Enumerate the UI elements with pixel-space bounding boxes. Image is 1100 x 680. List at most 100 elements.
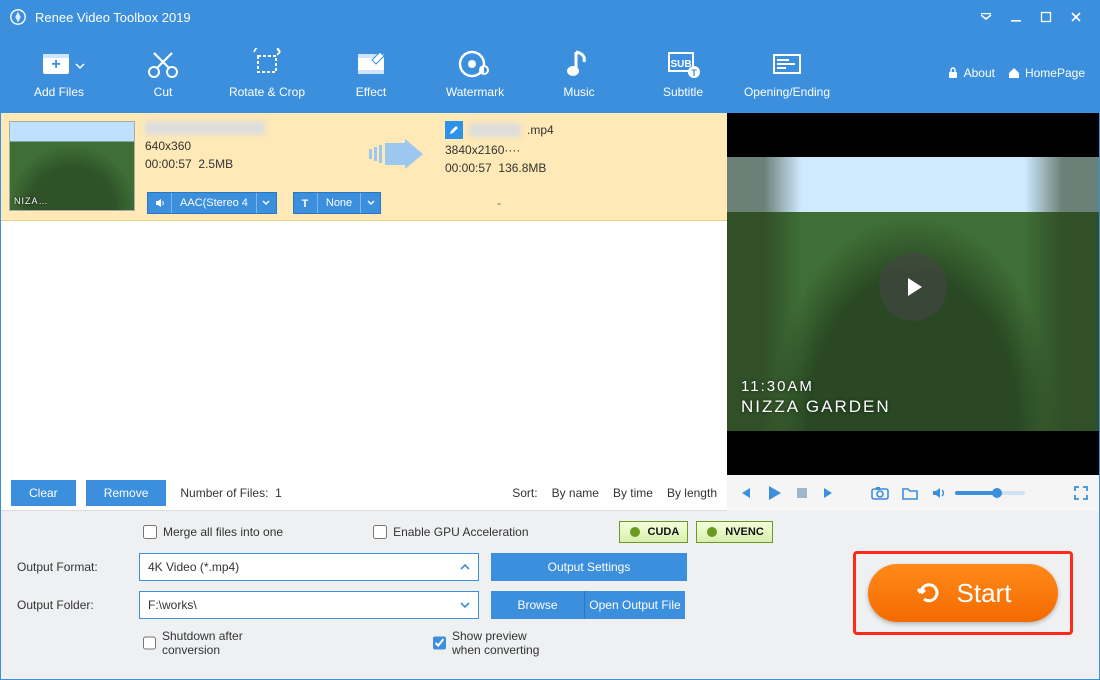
file-list: 640x360 00:00:57 2.5MB .mp4 3840x2160···… — [1, 113, 727, 475]
subtitle-icon: SUBT — [664, 47, 702, 81]
sort-by-length[interactable]: By length — [667, 486, 717, 500]
next-track-icon[interactable] — [821, 485, 837, 501]
svg-text:T: T — [302, 198, 309, 209]
about-label: About — [964, 66, 995, 80]
gpu-accel-checkbox[interactable]: Enable GPU Acceleration — [373, 525, 528, 539]
shutdown-checkbox[interactable]: Shutdown after conversion — [143, 629, 253, 657]
svg-text:SUB: SUB — [670, 59, 691, 70]
about-link[interactable]: About — [946, 66, 995, 80]
play-overlay-button[interactable] — [879, 253, 947, 321]
chevron-down-icon[interactable] — [360, 193, 380, 213]
rotate-crop-icon — [248, 47, 286, 81]
tool-label: Opening/Ending — [744, 85, 830, 99]
convert-arrow-icon — [355, 139, 435, 169]
preview-panel: 11:30AM NIZZA GARDEN — [727, 113, 1099, 475]
preview-controls — [727, 475, 1099, 511]
lock-icon — [946, 66, 960, 80]
refresh-icon — [915, 579, 943, 607]
subtitle-t-icon: T — [294, 193, 318, 213]
output-filename-blurred — [469, 123, 521, 137]
effect-icon — [352, 47, 390, 81]
volume-slider[interactable] — [955, 491, 1025, 495]
clear-button[interactable]: Clear — [11, 480, 76, 506]
output-eq-placeholder: - — [497, 196, 501, 210]
speaker-icon — [148, 193, 172, 213]
svg-text:+: + — [51, 56, 60, 73]
watermark-icon — [456, 47, 494, 81]
subtitle-selector[interactable]: T None — [293, 192, 381, 214]
chevron-down-icon[interactable] — [256, 193, 276, 213]
homepage-link[interactable]: HomePage — [1007, 66, 1085, 80]
opening-ending-icon — [768, 47, 806, 81]
preview-overlay-text: 11:30AM NIZZA GARDEN — [741, 378, 891, 417]
close-icon[interactable] — [1061, 5, 1091, 29]
sort-label: Sort: — [512, 486, 537, 500]
output-folder-combo[interactable]: F:\works\ — [139, 591, 479, 619]
play-icon[interactable] — [765, 484, 783, 502]
file-row[interactable]: 640x360 00:00:57 2.5MB .mp4 3840x2160···… — [1, 113, 727, 221]
dropdown-menu-icon[interactable] — [971, 5, 1001, 29]
cuda-badge: CUDA — [619, 521, 689, 543]
source-filename-blurred — [145, 121, 265, 135]
svg-text:T: T — [691, 68, 697, 78]
output-folder-value: F:\works\ — [148, 598, 197, 612]
snapshot-icon[interactable] — [871, 485, 889, 501]
tool-cut[interactable]: Cut — [111, 36, 215, 110]
preview-stage[interactable]: 11:30AM NIZZA GARDEN — [727, 113, 1099, 475]
sort-by-name[interactable]: By name — [552, 486, 599, 500]
tool-subtitle[interactable]: SUBT Subtitle — [631, 36, 735, 110]
prev-track-icon[interactable] — [737, 485, 753, 501]
output-format-combo[interactable]: 4K Video (*.mp4) — [139, 553, 479, 581]
show-preview-checkbox[interactable]: Show preview when converting — [433, 629, 543, 657]
tool-add-files[interactable]: + Add Files — [7, 36, 111, 110]
output-format-value: 4K Video (*.mp4) — [148, 560, 239, 574]
file-list-bar: Clear Remove Number of Files: 1 Sort: By… — [1, 475, 727, 511]
merge-files-checkbox[interactable]: Merge all files into one — [143, 525, 283, 539]
tool-music[interactable]: Music — [527, 36, 631, 110]
output-settings-panel: Merge all files into one Enable GPU Acce… — [1, 511, 1099, 679]
open-folder-icon[interactable] — [901, 485, 919, 501]
tool-label: Rotate & Crop — [229, 85, 305, 99]
app-title: Renee Video Toolbox 2019 — [35, 10, 191, 25]
sort-by-time[interactable]: By time — [613, 486, 653, 500]
output-format-label: Output Format: — [17, 560, 127, 574]
start-highlight-box: Start — [853, 551, 1073, 635]
stop-icon[interactable] — [795, 486, 809, 500]
tool-label: Subtitle — [663, 85, 703, 99]
fullscreen-icon[interactable] — [1073, 485, 1089, 501]
output-folder-label: Output Folder: — [17, 598, 127, 612]
minimize-icon[interactable] — [1001, 5, 1031, 29]
homepage-label: HomePage — [1025, 66, 1085, 80]
open-output-file-button[interactable]: Open Output File — [585, 591, 685, 619]
audio-track-selector[interactable]: AAC(Stereo 4 — [147, 192, 277, 214]
edit-output-name-button[interactable] — [445, 121, 463, 139]
source-thumbnail — [9, 121, 135, 211]
volume-icon[interactable] — [931, 485, 947, 501]
output-settings-button[interactable]: Output Settings — [491, 553, 687, 581]
chevron-down-icon — [75, 62, 85, 70]
cut-icon — [144, 47, 182, 81]
remove-button[interactable]: Remove — [86, 480, 167, 506]
chevron-down-icon — [460, 601, 470, 609]
browse-button[interactable]: Browse — [491, 591, 585, 619]
tool-watermark[interactable]: Watermark — [423, 36, 527, 110]
audio-track-label: AAC(Stereo 4 — [172, 197, 256, 209]
home-icon — [1007, 66, 1021, 80]
app-logo-icon — [9, 8, 27, 26]
chevron-up-icon — [460, 563, 470, 571]
main-toolbar: + Add Files Cut Rotate & Crop Effect Wat… — [1, 33, 1099, 113]
maximize-icon[interactable] — [1031, 5, 1061, 29]
tool-effect[interactable]: Effect — [319, 36, 423, 110]
tool-opening-ending[interactable]: Opening/Ending — [735, 36, 839, 110]
nvenc-badge: NVENC — [696, 521, 773, 543]
subtitle-label: None — [318, 197, 360, 209]
source-duration-size: 00:00:57 2.5MB — [145, 157, 345, 171]
titlebar: Renee Video Toolbox 2019 — [1, 1, 1099, 33]
start-button[interactable]: Start — [868, 564, 1058, 622]
tool-label: Watermark — [446, 85, 504, 99]
tool-label: Effect — [356, 85, 386, 99]
tool-rotate-crop[interactable]: Rotate & Crop — [215, 36, 319, 110]
tool-label: Music — [563, 85, 594, 99]
output-extension: .mp4 — [527, 123, 554, 137]
tool-label: Add Files — [34, 85, 84, 99]
